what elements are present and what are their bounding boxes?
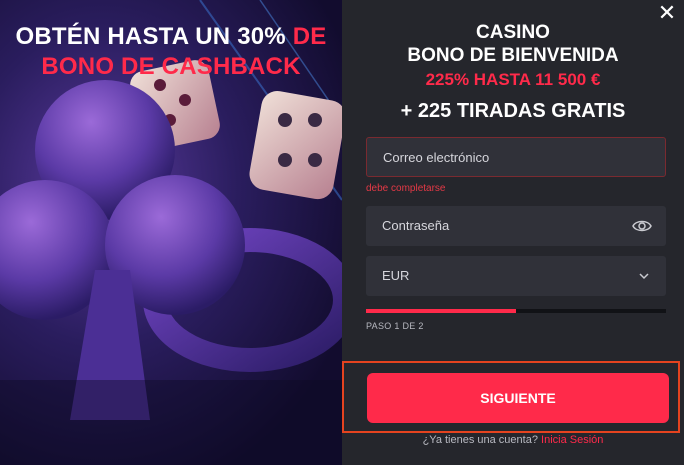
chevron-down-icon bbox=[639, 273, 649, 280]
title-welcome-bonus: BONO DE BIENVENIDA bbox=[407, 45, 619, 66]
step-progress-fill bbox=[366, 309, 516, 313]
email-placeholder: Correo electrónico bbox=[383, 150, 490, 165]
eye-icon[interactable] bbox=[632, 217, 652, 235]
currency-select[interactable]: EUR bbox=[366, 256, 666, 296]
promo-panel: OBTÉN HASTA UN 30% DE BONO DE CASHBACK bbox=[0, 0, 342, 465]
promo-headline-main: OBTÉN HASTA UN 30% bbox=[15, 23, 286, 50]
login-link[interactable]: Inicia Sesión bbox=[541, 434, 603, 446]
login-prompt-text: ¿Ya tienes una cuenta? bbox=[422, 434, 538, 446]
step-indicator: PASO 1 DE 2 bbox=[366, 321, 424, 331]
title-casino: CASINO bbox=[476, 22, 550, 43]
bonus-amount: 225% HASTA 11 500 € bbox=[425, 70, 601, 89]
password-field[interactable]: Contraseña bbox=[366, 206, 666, 246]
email-error: debe completarse bbox=[366, 183, 446, 194]
next-button-highlight: SIGUIENTE bbox=[342, 361, 680, 433]
free-spins: + 225 TIRADAS GRATIS bbox=[400, 100, 626, 122]
login-prompt: ¿Ya tienes una cuenta? Inicia Sesión bbox=[342, 434, 684, 446]
password-placeholder: Contraseña bbox=[382, 218, 450, 233]
step-progress-bar bbox=[366, 309, 666, 313]
email-field[interactable]: Correo electrónico bbox=[366, 137, 666, 177]
promo-headline-accent-2: BONO DE CASHBACK bbox=[41, 53, 301, 80]
currency-value: EUR bbox=[382, 268, 410, 283]
promo-headline: OBTÉN HASTA UN 30% DE BONO DE CASHBACK bbox=[6, 22, 336, 82]
next-button[interactable]: SIGUIENTE bbox=[367, 373, 669, 423]
promo-headline-accent-1: DE bbox=[292, 23, 327, 50]
close-icon[interactable]: ✕ bbox=[656, 2, 678, 24]
